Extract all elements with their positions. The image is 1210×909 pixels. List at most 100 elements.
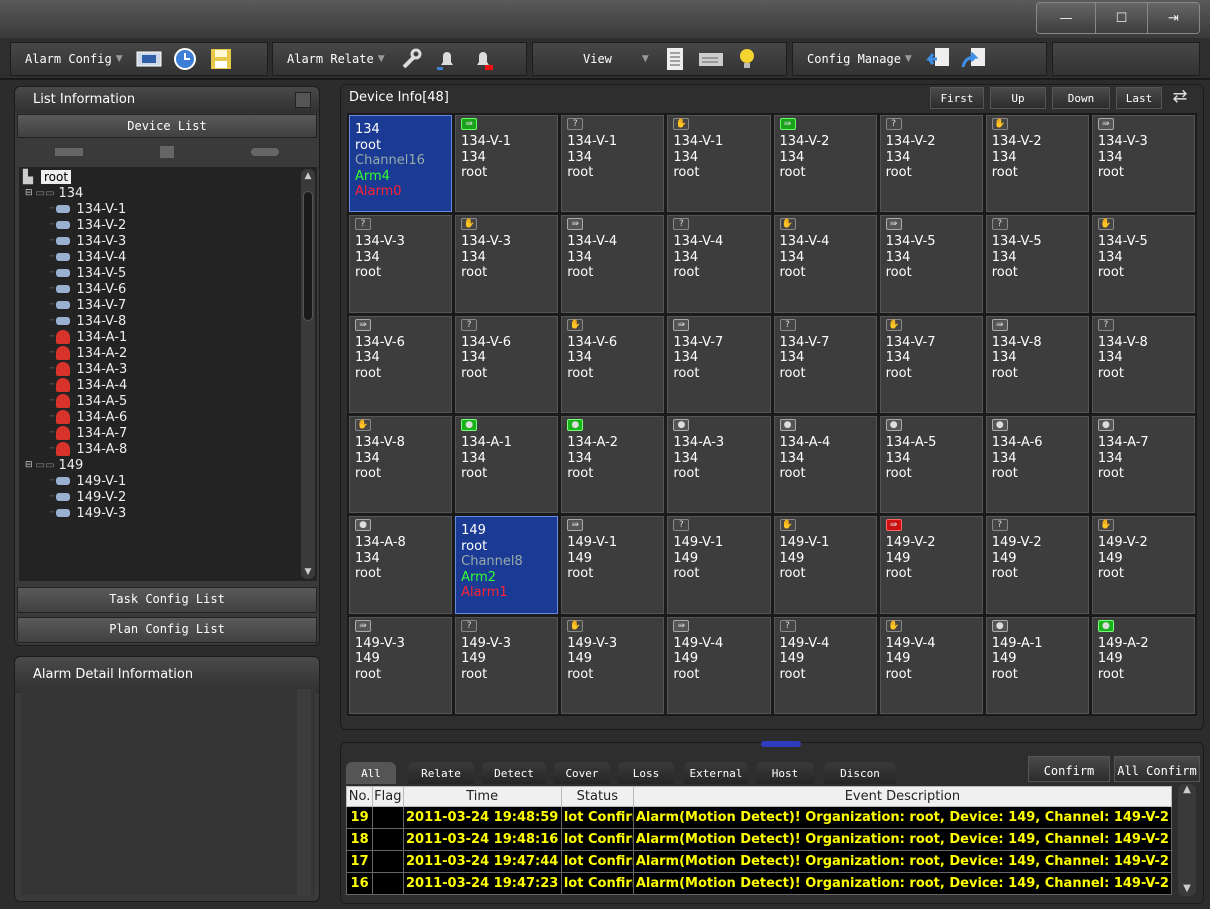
config-manage-menu[interactable]: Config Manage [793,52,905,66]
tree-item-channel[interactable]: ┄ 134-A-3 [23,361,317,377]
channel-cell[interactable]: ✋ 134-V-5 134 root [1091,215,1195,313]
next-page-button[interactable]: Down [1052,87,1110,109]
splitter-handle[interactable] [761,741,801,747]
device-summary-cell[interactable]: 134 root Channel16 Arm4 Alarm0 [349,115,453,213]
column-header[interactable]: Time [402,786,562,807]
channel-cell[interactable]: ✋ 134-V-3 134 root [455,215,559,313]
import-icon[interactable] [924,45,952,73]
tab-cover[interactable]: Cover [554,762,610,784]
tree-item-channel[interactable]: ┄ 149-V-2 [23,489,317,505]
first-page-button[interactable]: First [930,87,984,109]
channel-cell[interactable]: ? 134-V-7 134 root [773,315,877,413]
tree-item-channel[interactable]: ┄ 134-A-6 [23,409,317,425]
channel-cell[interactable]: ● 134-A-7 134 root [1091,416,1195,514]
tree-item-channel[interactable]: ┄ 134-A-4 [23,377,317,393]
tree-item-channel[interactable]: ┄ 134-A-1 [23,329,317,345]
column-header[interactable]: Event Description [632,786,1173,807]
channel-cell[interactable]: ? 134-V-8 134 root [1091,315,1195,413]
channel-cell[interactable]: ● 134-A-5 134 root [879,416,983,514]
tree-scrollbar[interactable]: ▲ ▼ [301,169,315,579]
channel-cell[interactable]: ⇛ 134-V-2 134 root [773,115,877,213]
channel-cell[interactable]: ? 134-V-5 134 root [985,215,1089,313]
channel-cell[interactable]: ✋ 134-V-1 134 root [667,115,771,213]
channel-cell[interactable]: ? 134-V-3 134 root [349,215,453,313]
table-row[interactable]: 17 2011-03-24 19:47:44lot ConfirmAlarm(Mo… [345,850,1173,873]
table-row[interactable]: 18 2011-03-24 19:48:16lot ConfirmAlarm(Mo… [345,828,1173,851]
table-row[interactable]: 19 2011-03-24 19:48:59lot ConfirmAlarm(Mo… [345,806,1173,829]
event-scrollbar[interactable]: ▲ ▼ [1178,784,1196,896]
channel-cell[interactable]: ✋ 134-V-2 134 root [985,115,1089,213]
clock-icon[interactable] [171,45,199,73]
export-icon[interactable] [960,45,988,73]
channel-cell[interactable]: ⇛ 149-V-4 149 root [667,616,771,714]
tree-item-channel[interactable]: ┄ 134-A-8 [23,441,317,457]
tree-item-channel[interactable]: ┄ 134-V-6 [23,281,317,297]
bell-icon[interactable] [433,45,461,73]
channel-cell[interactable]: ? 134-V-4 134 root [667,215,771,313]
channel-cell[interactable]: ⇛ 134-V-6 134 root [349,315,453,413]
channel-cell[interactable]: ● 149-A-2 149 root [1091,616,1195,714]
channel-cell[interactable]: ⇛ 134-V-4 134 root [561,215,665,313]
channel-cell[interactable]: ⇛ 134-V-1 134 root [455,115,559,213]
view-menu[interactable]: View [533,52,616,66]
prev-page-button[interactable]: Up [990,87,1046,109]
alarm-config-menu[interactable]: Alarm Config [11,52,116,66]
tab-detect[interactable]: Detect [482,762,546,784]
channel-cell[interactable]: ● 134-A-2 134 root [561,416,665,514]
tree-item-channel[interactable]: ┄ 134-A-2 [23,345,317,361]
channel-cell[interactable]: ✋ 134-V-6 134 root [561,315,665,413]
restore-button[interactable]: ☐ [1095,3,1147,33]
tree-item-root[interactable]: ▙ root [23,169,317,185]
tree-item-channel[interactable]: ┄ 134-V-1 [23,201,317,217]
task-config-list-header[interactable]: Task Config List [17,587,317,613]
channel-cell[interactable]: ● 134-A-4 134 root [773,416,877,514]
save-icon[interactable] [207,45,235,73]
layout-toggle-icon[interactable]: ⇄ [1166,86,1194,110]
column-header[interactable]: Flag [372,786,404,807]
tab-host[interactable]: Host [756,762,814,784]
channel-cell[interactable]: ✋ 149-V-2 149 root [1091,516,1195,614]
tree-item-channel[interactable]: ┄ 134-V-4 [23,249,317,265]
tab-relate[interactable]: Relate [408,762,474,784]
tab-external[interactable]: External [684,762,748,784]
tree-item-device[interactable]: ⊟ ▭▭ 134 [23,185,317,201]
channel-cell[interactable]: ? 134-V-2 134 root [879,115,983,213]
channel-cell[interactable]: ⇛ 149-V-3 149 root [349,616,453,714]
channel-cell[interactable]: ? 134-V-6 134 root [455,315,559,413]
channel-cell[interactable]: ⇛ 134-V-5 134 root [879,215,983,313]
channel-cell[interactable]: ● 149-A-1 149 root [985,616,1089,714]
channel-cell[interactable]: ? 149-V-4 149 root [773,616,877,714]
panel-toggle-icon[interactable] [295,92,311,108]
tree-item-channel[interactable]: ┄ 134-A-7 [23,425,317,441]
close-button[interactable]: ⇥ [1147,3,1199,33]
channel-cell[interactable]: ⇛ 134-V-3 134 root [1091,115,1195,213]
table-row[interactable]: 16 2011-03-24 19:47:23lot ConfirmAlarm(Mo… [345,872,1173,895]
channel-cell[interactable]: ? 149-V-1 149 root [667,516,771,614]
channel-cell[interactable]: ✋ 134-V-7 134 root [879,315,983,413]
channel-cell[interactable]: ✋ 149-V-1 149 root [773,516,877,614]
plan-config-list-header[interactable]: Plan Config List [17,617,317,643]
alarm-relate-menu[interactable]: Alarm Relate [273,52,378,66]
monitor-icon[interactable] [135,45,163,73]
channel-cell[interactable]: ● 134-A-3 134 root [667,416,771,514]
channel-cell[interactable]: ⇛ 134-V-7 134 root [667,315,771,413]
channel-cell[interactable]: ✋ 149-V-3 149 root [561,616,665,714]
alarm-filter-icon[interactable] [159,146,174,158]
tab-discon[interactable]: Discon [824,762,896,784]
column-header[interactable]: Status [560,786,634,807]
channel-cell[interactable]: ⇛ 149-V-1 149 root [561,516,665,614]
wrench-icon[interactable] [397,45,425,73]
channel-cell[interactable]: ⇛ 134-V-8 134 root [985,315,1089,413]
tree-item-channel[interactable]: ┄ 149-V-1 [23,473,317,489]
camera-filter-icon[interactable] [55,148,84,156]
channel-cell[interactable]: ⇛ 149-V-2 149 root [879,516,983,614]
tree-item-channel[interactable]: ┄ 134-A-5 [23,393,317,409]
server-icon[interactable] [697,45,725,73]
confirm-button[interactable]: Confirm [1028,756,1110,782]
channel-cell[interactable]: ✋ 149-V-4 149 root [879,616,983,714]
tree-item-channel[interactable]: ┄ 134-V-2 [23,217,317,233]
device-list-header[interactable]: Device List [17,114,317,138]
channel-cell[interactable]: ✋ 134-V-8 134 root [349,416,453,514]
tree-item-channel[interactable]: ┄ 134-V-3 [23,233,317,249]
last-page-button[interactable]: Last [1116,87,1162,109]
